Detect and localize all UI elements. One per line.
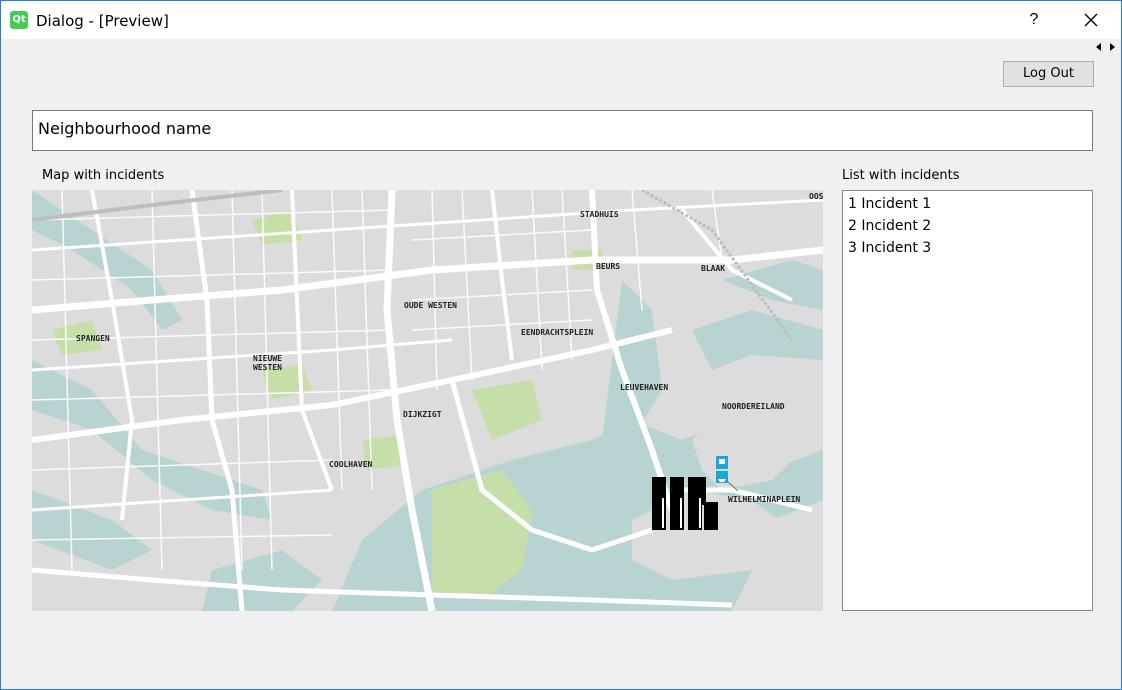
close-icon (1084, 13, 1098, 27)
place-label: WILHELMINAPLEIN (728, 495, 800, 504)
place-label: NOORDEREILAND (722, 402, 785, 411)
neighbourhood-name-field[interactable]: Neighbourhood name (32, 110, 1093, 151)
title-bar[interactable]: Qt Dialog - [Preview] ? (1, 1, 1121, 39)
place-label: BLAAK (701, 264, 725, 273)
scroll-left-icon[interactable] (1096, 43, 1101, 51)
logout-button[interactable]: Log Out (1003, 61, 1094, 87)
list-item[interactable]: 3 Incident 3 (843, 235, 1092, 257)
metro-station-icon (716, 456, 728, 469)
incident-map[interactable]: STADHUIS BEURS BLAAK OUDE WESTEN EENDRAC… (32, 190, 823, 611)
place-label: COOLHAVEN (329, 460, 373, 469)
list-item[interactable]: 1 Incident 1 (843, 191, 1092, 213)
dialog-window: Qt Dialog - [Preview] ? Log Out Neighbou… (0, 0, 1122, 690)
place-label: BEURS (596, 262, 620, 271)
place-label: LEUVEHAVEN (620, 383, 668, 392)
place-label: NIEUWE (253, 354, 282, 363)
help-button[interactable]: ? (1019, 7, 1049, 33)
place-label: OUDE WESTEN (404, 301, 457, 310)
place-label: SPANGEN (76, 334, 110, 343)
window-title: Dialog - [Preview] (36, 12, 169, 30)
incident-marker[interactable] (704, 502, 718, 530)
scroll-right-icon[interactable] (1110, 43, 1115, 51)
map-canvas[interactable]: STADHUIS BEURS BLAAK OUDE WESTEN EENDRAC… (32, 190, 823, 611)
incident-list-label: List with incidents (842, 168, 960, 183)
place-label: OOS (809, 192, 823, 201)
map-label: Map with incidents (42, 168, 165, 183)
tab-scroll-arrows (1091, 41, 1121, 53)
incident-list[interactable]: 1 Incident 1 2 Incident 2 3 Incident 3 (842, 190, 1093, 611)
place-label: STADHUIS (580, 210, 619, 219)
place-label: WESTEN (253, 363, 282, 372)
qt-logo-icon: Qt (10, 11, 28, 29)
close-button[interactable] (1071, 4, 1111, 36)
place-label: EENDRACHTSPLEIN (521, 328, 593, 337)
ferry-icon (716, 471, 728, 483)
place-label: DIJKZIGT (403, 410, 442, 419)
list-item[interactable]: 2 Incident 2 (843, 213, 1092, 235)
